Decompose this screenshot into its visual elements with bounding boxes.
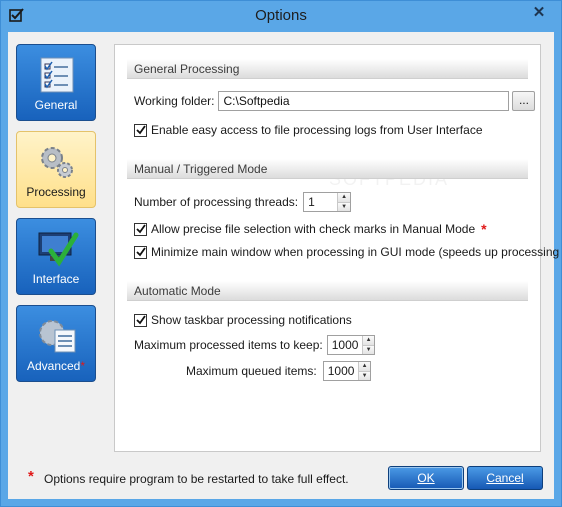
- threads-stepper[interactable]: 1 ▲ ▼: [303, 192, 352, 212]
- easy-access-checkbox[interactable]: [134, 123, 147, 137]
- nav-label-general: General: [34, 98, 78, 112]
- nav-item-advanced[interactable]: Advanced*: [16, 305, 96, 382]
- threads-row: Number of processing threads: 1 ▲ ▼: [134, 192, 352, 212]
- threads-label: Number of processing threads:: [134, 195, 299, 209]
- spin-down-icon[interactable]: ▼: [363, 344, 374, 354]
- max-processed-stepper[interactable]: 1000 ▲ ▼: [326, 335, 375, 355]
- checkmark-icon: [135, 125, 146, 135]
- cancel-button[interactable]: Cancel: [467, 466, 543, 490]
- nav-item-interface[interactable]: Interface: [16, 218, 96, 295]
- checkmark-icon: [135, 224, 146, 234]
- close-button[interactable]: ✕: [523, 1, 555, 22]
- checkmark-icon: [135, 315, 146, 325]
- easy-access-label: Enable easy access to file processing lo…: [151, 123, 483, 137]
- spin-up-icon[interactable]: ▲: [359, 362, 370, 371]
- restart-required-marker: *: [481, 221, 487, 237]
- close-icon: ✕: [532, 3, 546, 21]
- gears-icon: [41, 147, 73, 178]
- max-queued-label: Maximum queued items:: [186, 364, 317, 378]
- working-folder-label: Working folder:: [134, 94, 215, 108]
- taskbar-notifications-row[interactable]: Show taskbar processing notifications: [134, 313, 352, 327]
- max-processed-row: Maximum processed items to keep: 1000 ▲ ▼: [134, 335, 375, 355]
- minimize-window-checkbox[interactable]: [134, 245, 147, 259]
- nav-label-interface: Interface: [32, 272, 80, 286]
- options-window: Options ✕ General Processing Interface A…: [0, 0, 562, 507]
- section-header-general-processing: General Processing: [127, 59, 528, 79]
- max-queued-value[interactable]: 1000: [324, 362, 359, 380]
- max-queued-stepper[interactable]: 1000 ▲ ▼: [322, 361, 371, 381]
- nav-label-advanced-text: Advanced: [26, 359, 81, 373]
- window-title: Options: [255, 7, 307, 24]
- section-header-manual-mode: Manual / Triggered Mode: [127, 159, 528, 179]
- minimize-window-label: Minimize main window when processing in …: [151, 245, 562, 259]
- section-header-automatic-mode: Automatic Mode: [127, 281, 528, 301]
- checkmark-icon: [135, 247, 146, 257]
- precise-selection-label: Allow precise file selection with check …: [151, 222, 476, 236]
- monitor-check-icon: [38, 232, 79, 267]
- title-bar[interactable]: Options ✕: [1, 1, 561, 32]
- easy-access-row[interactable]: Enable easy access to file processing lo…: [134, 123, 483, 137]
- max-processed-value[interactable]: 1000: [328, 336, 363, 354]
- spin-down-icon[interactable]: ▼: [359, 370, 370, 380]
- browse-folder-button[interactable]: ...: [512, 91, 536, 111]
- nav-item-processing[interactable]: Processing: [16, 131, 96, 208]
- nav-label-processing: Processing: [26, 185, 86, 199]
- taskbar-notifications-checkbox[interactable]: [134, 313, 147, 327]
- settings-panel: SOFTPEDIA General Processing Working fol…: [114, 44, 562, 452]
- taskbar-notifications-label: Show taskbar processing notifications: [151, 313, 352, 327]
- footer-restart-marker: *: [28, 468, 34, 485]
- precise-selection-row[interactable]: Allow precise file selection with check …: [134, 221, 487, 237]
- spin-up-icon[interactable]: ▲: [363, 336, 374, 345]
- spin-down-icon[interactable]: ▼: [338, 201, 351, 211]
- footer-restart-note: Options require program to be restarted …: [44, 472, 349, 486]
- max-queued-row: Maximum queued items: 1000 ▲ ▼: [186, 361, 371, 381]
- ok-button[interactable]: OK: [388, 466, 464, 490]
- minimize-window-row[interactable]: Minimize main window when processing in …: [134, 245, 562, 259]
- threads-value[interactable]: 1: [304, 193, 337, 211]
- checklist-icon: [40, 57, 74, 93]
- nav-label-advanced: Advanced*: [17, 359, 95, 373]
- gear-list-icon: [39, 320, 76, 353]
- spin-up-icon[interactable]: ▲: [338, 193, 351, 202]
- precise-selection-checkbox[interactable]: [134, 222, 147, 236]
- nav-item-general[interactable]: General: [16, 44, 96, 121]
- working-folder-row: Working folder: C:\Softpedia ...: [134, 91, 536, 111]
- max-processed-label: Maximum processed items to keep:: [134, 338, 323, 352]
- client-area: General Processing Interface Advanced* S…: [8, 32, 562, 499]
- working-folder-input[interactable]: C:\Softpedia: [218, 91, 510, 111]
- restart-required-marker: *: [80, 359, 86, 373]
